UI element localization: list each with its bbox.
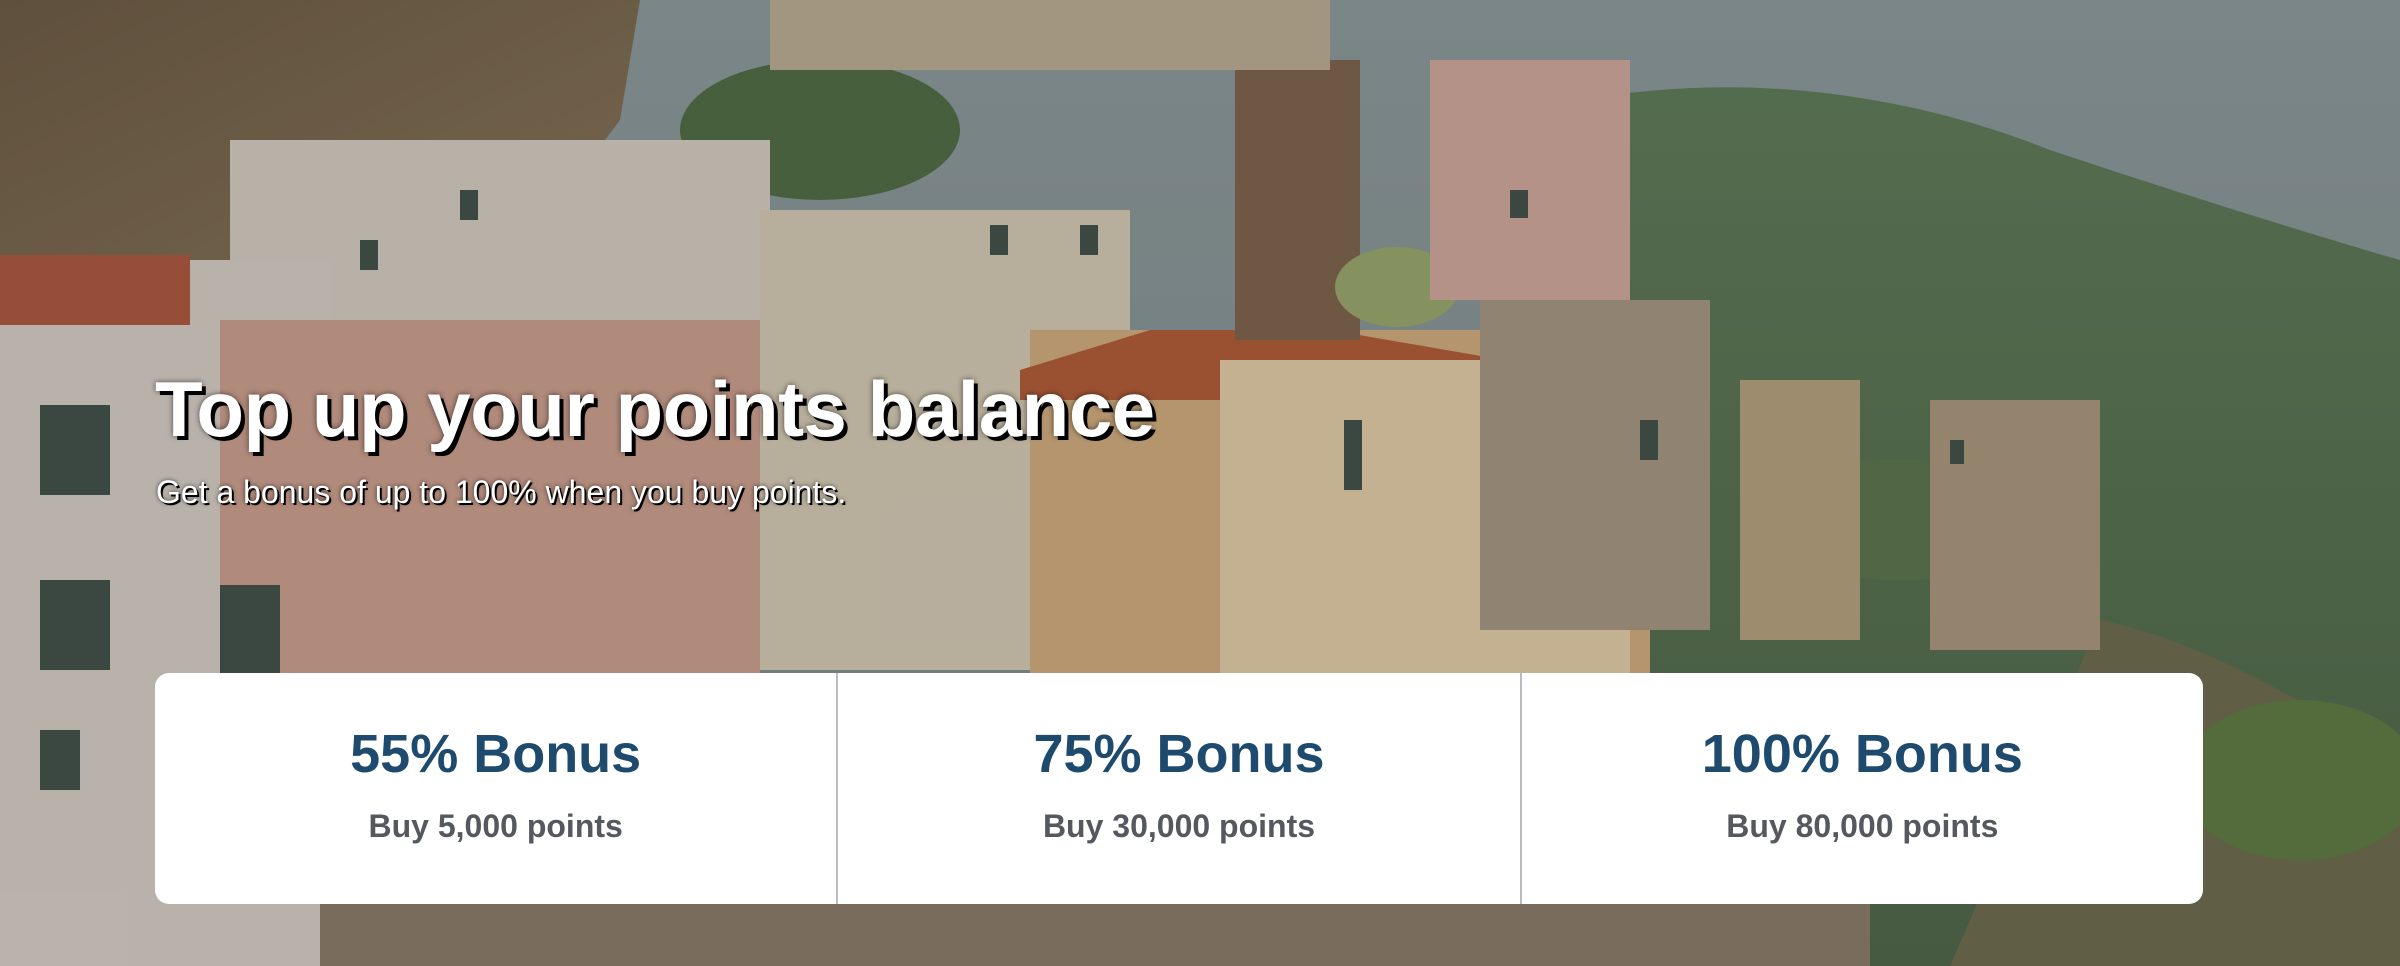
bonus-offers-panel: 55% Bonus Buy 5,000 points 75% Bonus Buy… [155, 673, 2203, 904]
page-title: Top up your points balance [155, 365, 1155, 453]
offer-title: 100% Bonus [1701, 724, 2023, 784]
hero-banner: Top up your points balance Get a bonus o… [0, 0, 2400, 966]
offer-card-100[interactable]: 100% Bonus Buy 80,000 points [1519, 673, 2203, 904]
offer-description: Buy 80,000 points [1726, 808, 1999, 845]
offer-description: Buy 30,000 points [1042, 808, 1316, 845]
offer-card-75[interactable]: 75% Bonus Buy 30,000 points [836, 673, 1519, 904]
offer-card-55[interactable]: 55% Bonus Buy 5,000 points [155, 673, 836, 904]
offer-title: 75% Bonus [1033, 724, 1325, 784]
page-subtitle: Get a bonus of up to 100% when you buy p… [156, 474, 847, 510]
offer-description: Buy 5,000 points [368, 808, 623, 845]
offer-title: 55% Bonus [350, 724, 642, 784]
